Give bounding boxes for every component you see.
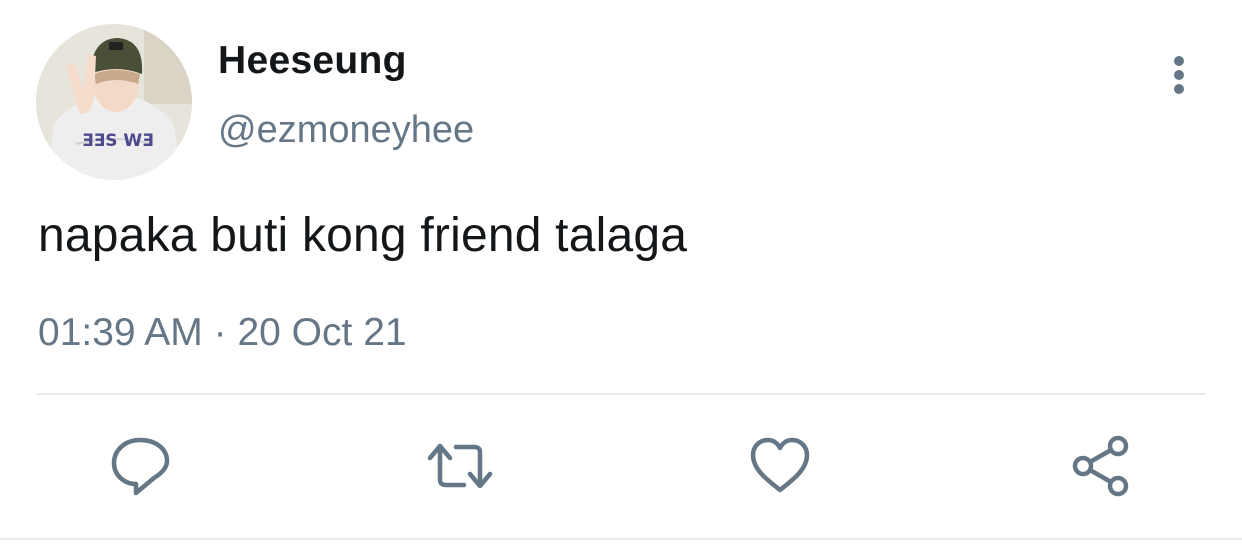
share-button[interactable]: [1068, 432, 1136, 500]
more-vertical-icon-dot: [1174, 84, 1184, 94]
tweet-time: 01:39 AM: [38, 311, 203, 354]
more-vertical-icon: [1174, 56, 1184, 66]
user-handle[interactable]: @ezmoneyhee: [218, 109, 474, 152]
separator-dot: ·: [213, 311, 227, 354]
display-name[interactable]: Heeseung: [218, 39, 407, 83]
tweet-card: ƎƎS WƎ Heeseung @ezmoneyhee napaka buti …: [0, 0, 1242, 558]
bottom-divider: [0, 538, 1242, 540]
reply-button[interactable]: [106, 432, 174, 500]
divider: [36, 393, 1206, 395]
more-options-button[interactable]: [1160, 52, 1200, 98]
timestamp[interactable]: 01:39 AM · 20 Oct 21: [38, 311, 407, 355]
avatar-photo: ƎƎS WƎ: [36, 24, 192, 180]
tweet-date: 20 Oct 21: [237, 311, 407, 354]
avatar[interactable]: ƎƎS WƎ: [36, 24, 192, 180]
retweet-button[interactable]: [426, 432, 494, 500]
like-button[interactable]: [746, 432, 814, 500]
tweet-text: napaka buti kong friend talaga: [38, 209, 688, 262]
retweet-icon: [427, 443, 493, 489]
reply-icon: [111, 437, 170, 496]
more-vertical-icon-dot: [1174, 70, 1184, 80]
share-icon: [1072, 435, 1129, 497]
heart-icon: [750, 437, 810, 493]
avatar-print-text: ƎƎS WƎ: [82, 131, 154, 151]
